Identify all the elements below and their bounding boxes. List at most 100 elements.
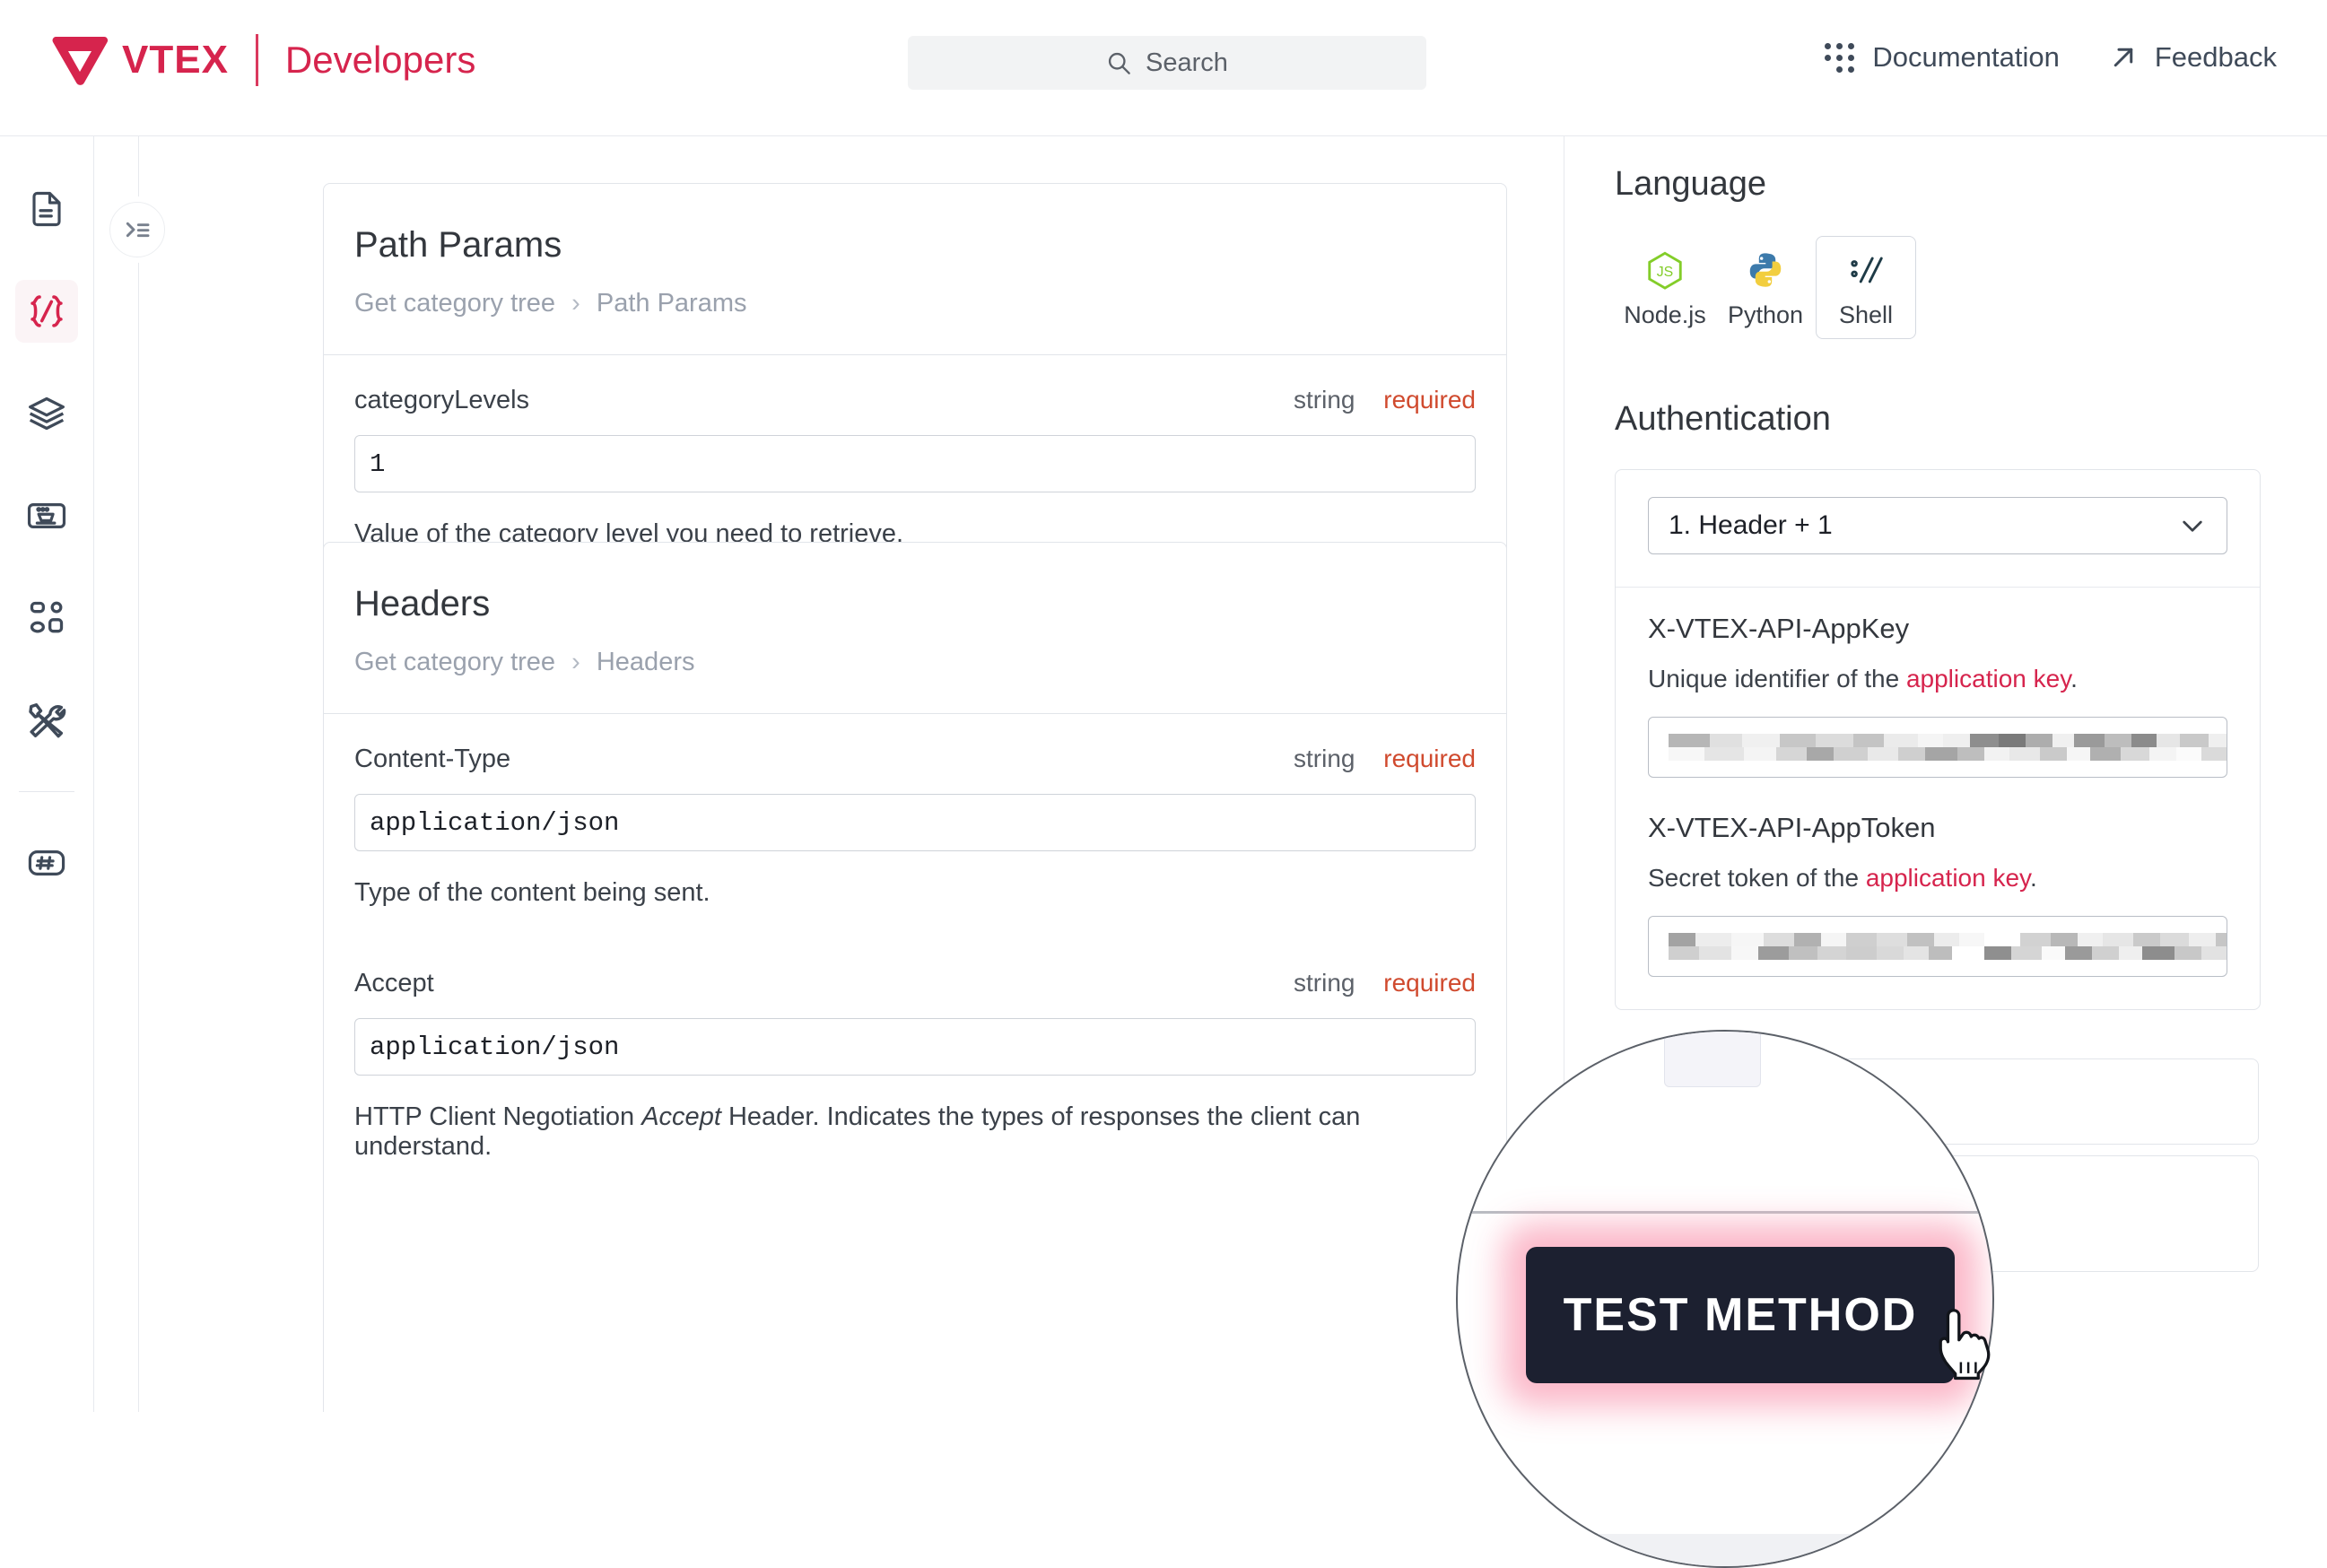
left-icon-rail <box>0 136 94 1412</box>
field-meta: string required <box>1294 386 1476 414</box>
sidebar-item-changelog[interactable] <box>15 832 78 894</box>
layers-icon <box>27 394 66 433</box>
auth-desc-pre: Secret token of the <box>1648 864 1866 892</box>
breadcrumb-separator: › <box>571 289 580 318</box>
language-option-shell[interactable]: Shell <box>1816 236 1916 339</box>
field-header-row: Content-Type string required <box>354 745 1476 774</box>
search-input[interactable]: Search <box>908 36 1426 90</box>
field-required-badge: required <box>1383 969 1476 997</box>
language-option-nodejs[interactable]: JS Node.js <box>1615 236 1715 339</box>
language-option-python[interactable]: Python <box>1715 236 1816 339</box>
auth-field-description: Unique identifier of the application key… <box>1648 665 2227 693</box>
field-header-row: categoryLevels string required <box>354 386 1476 415</box>
breadcrumb-parent[interactable]: Get category tree <box>354 648 555 676</box>
card-body: Content-Type string required Type of the… <box>324 714 1506 1198</box>
field-label-accept: Accept <box>354 969 434 998</box>
language-selector: JS Node.js Python Shell <box>1615 236 2327 339</box>
auth-desc-pre: Unique identifier of the <box>1648 665 1906 693</box>
blocks-icon <box>27 598 66 638</box>
appkey-input[interactable] <box>1648 717 2227 778</box>
sidebar-item-apps[interactable] <box>15 587 78 649</box>
field-meta: string required <box>1294 969 1476 997</box>
brand-sub: Developers <box>285 41 475 79</box>
field-meta: string required <box>1294 745 1476 773</box>
sidebar-item-stack[interactable] <box>15 382 78 445</box>
brand-logo[interactable]: VTEX Developers <box>52 34 475 86</box>
shell-icon <box>1845 249 1887 291</box>
field-description-pre: HTTP Client Negotiation <box>354 1102 641 1131</box>
application-key-link[interactable]: application key <box>1866 864 2030 892</box>
auth-field-key-apptoken: X-VTEX-API-AppToken <box>1648 812 2227 844</box>
field-description: Type of the content being sent. <box>354 878 1476 908</box>
breadcrumb: Get category tree › Headers <box>354 648 1476 677</box>
documentation-link[interactable]: Documentation <box>1825 41 2060 74</box>
magnified-divider <box>1458 1211 1994 1214</box>
svg-text:JS: JS <box>1657 265 1673 280</box>
document-icon <box>28 190 65 228</box>
test-method-button[interactable]: TEST METHOD <box>1526 1247 1955 1383</box>
feedback-link[interactable]: Feedback <box>2110 41 2277 74</box>
card-header: Headers Get category tree › Headers <box>324 543 1506 714</box>
auth-field-description: Secret token of the application key. <box>1648 864 2227 893</box>
language-section-title: Language <box>1615 165 2327 204</box>
field-label-categorylevels: categoryLevels <box>354 386 529 415</box>
authentication-section-title: Authentication <box>1615 400 2327 439</box>
auth-fields: X-VTEX-API-AppKey Unique identifier of t… <box>1616 588 2260 1009</box>
test-method-label: TEST METHOD <box>1564 1288 1918 1342</box>
field-type: string <box>1294 386 1355 414</box>
brand-divider <box>256 34 258 86</box>
pointer-hand-cursor <box>1935 1306 1994 1389</box>
vtex-triangle-logo-icon <box>52 35 108 85</box>
arrow-up-right-icon <box>2110 44 2137 71</box>
python-icon <box>1745 249 1786 291</box>
rail-divider <box>19 791 74 792</box>
sidebar-item-documentation[interactable] <box>15 178 78 240</box>
field-description: HTTP Client Negotiation Accept Header. I… <box>354 1102 1476 1162</box>
feedback-label: Feedback <box>2155 41 2277 74</box>
auth-scheme-select[interactable]: 1. Header + 1 <box>1648 497 2227 554</box>
tools-icon <box>26 700 67 741</box>
categorylevels-input[interactable] <box>354 435 1476 492</box>
field-type: string <box>1294 745 1355 772</box>
field-required-badge: required <box>1383 745 1476 772</box>
breadcrumb-current: Headers <box>597 648 695 676</box>
content-type-input[interactable] <box>354 794 1476 851</box>
search-placeholder: Search <box>1146 48 1228 78</box>
code-braces-icon <box>26 291 67 332</box>
magnified-token-chip <box>1664 1030 1761 1087</box>
auth-scheme-selected-value: 1. Header + 1 <box>1669 510 1833 541</box>
magnifier-lens: ps:// TEST METHOD <box>1456 1030 1994 1568</box>
search-icon <box>1106 50 1131 75</box>
hash-box-icon <box>26 842 67 884</box>
breadcrumb-parent[interactable]: Get category tree <box>354 289 555 318</box>
brand-name: VTEX <box>122 40 229 80</box>
authentication-card: 1. Header + 1 X-VTEX-API-AppKey Unique i… <box>1615 469 2261 1010</box>
top-bar: VTEX Developers Search Documentation Fee… <box>0 0 2327 136</box>
language-label: Shell <box>1839 301 1893 329</box>
collapse-panel-icon <box>123 215 152 244</box>
apptoken-input[interactable] <box>1648 916 2227 977</box>
auth-desc-post: . <box>2070 665 2078 693</box>
application-key-link[interactable]: application key <box>1906 665 2070 693</box>
field-header-row: Accept string required <box>354 969 1476 998</box>
language-label: Node.js <box>1624 301 1706 329</box>
field-label-content-type: Content-Type <box>354 745 510 774</box>
top-bar-actions: Documentation Feedback <box>1825 41 2277 74</box>
accept-input[interactable] <box>354 1018 1476 1076</box>
sidebar-item-tools[interactable] <box>15 689 78 752</box>
sidebar-collapse-column <box>94 136 139 1412</box>
grid-apps-icon <box>1825 43 1854 73</box>
magnified-footer-bar <box>1458 1534 1994 1566</box>
page-title: Headers <box>354 584 1476 624</box>
auth-select-wrapper: 1. Header + 1 <box>1616 470 2260 588</box>
language-label: Python <box>1728 301 1803 329</box>
sidebar-item-storefront[interactable] <box>15 484 78 547</box>
magnified-url-fragment: ps:// <box>1474 1030 1578 1078</box>
breadcrumb: Get category tree › Path Params <box>354 289 1476 318</box>
sidebar-item-api-reference[interactable] <box>15 280 78 343</box>
breadcrumb-separator: › <box>571 648 580 676</box>
breadcrumb-current: Path Params <box>597 289 747 318</box>
collapse-panel-button[interactable] <box>109 202 165 257</box>
field-type: string <box>1294 969 1355 997</box>
documentation-label: Documentation <box>1872 41 2060 74</box>
